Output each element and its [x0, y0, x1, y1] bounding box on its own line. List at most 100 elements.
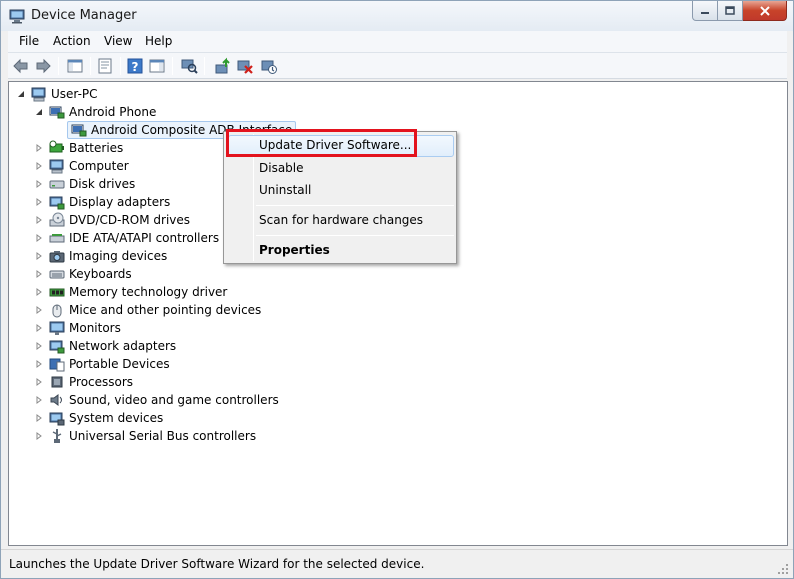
- tree-root-user-pc[interactable]: User-PC: [17, 85, 98, 103]
- status-text: Launches the Update Driver Software Wiza…: [9, 557, 425, 571]
- tree-item-android-phone[interactable]: Android Phone: [35, 103, 156, 121]
- device-manager-window: Device Manager File Action View Help ? U…: [0, 0, 794, 579]
- ide-controller-icon: [49, 234, 65, 243]
- tree-item-imaging-devices[interactable]: Imaging devices: [35, 247, 167, 265]
- tree-item-memory-technology-driver[interactable]: Memory technology driver: [35, 283, 227, 301]
- expand-triangle-icon[interactable]: [35, 432, 43, 440]
- network-adapter-icon: [49, 340, 65, 354]
- camera-icon: [49, 251, 65, 263]
- tree-item-display-adapters[interactable]: Display adapters: [35, 193, 170, 211]
- menu-action[interactable]: Action: [53, 34, 91, 48]
- portable-device-icon: [49, 358, 65, 372]
- tree-item-computer[interactable]: Computer: [35, 157, 129, 175]
- keyboard-icon: [49, 270, 65, 279]
- status-bar: Launches the Update Driver Software Wiza…: [1, 549, 793, 578]
- update-driver-icon[interactable]: [214, 57, 232, 75]
- show-action-pane-icon[interactable]: [148, 57, 166, 75]
- menu-file[interactable]: File: [19, 34, 39, 48]
- memory-icon: [49, 288, 65, 297]
- expand-triangle-icon[interactable]: [35, 144, 43, 152]
- expand-triangle-icon[interactable]: [35, 414, 43, 422]
- toolbar-separator: [120, 57, 121, 75]
- tree-item-sound-video-and-game-controllers[interactable]: Sound, video and game controllers: [35, 391, 279, 409]
- menu-item-scan-hardware[interactable]: Scan for hardware changes: [259, 213, 423, 227]
- expand-triangle-icon[interactable]: [35, 252, 43, 260]
- menu-separator: [256, 235, 454, 236]
- help-icon[interactable]: ?: [126, 57, 144, 75]
- tree-label: Computer: [69, 159, 129, 173]
- tree-item-batteries[interactable]: Batteries: [35, 139, 123, 157]
- menu-separator: [256, 205, 454, 206]
- tree-item-keyboards[interactable]: Keyboards: [35, 265, 132, 283]
- title-bar[interactable]: Device Manager: [1, 1, 793, 31]
- tree-item-mice-and-other-pointing-devices[interactable]: Mice and other pointing devices: [35, 301, 261, 319]
- tree-label: Disk drives: [69, 177, 136, 191]
- menu-item-disable[interactable]: Disable: [259, 161, 304, 175]
- properties-icon[interactable]: [96, 57, 114, 75]
- maximize-button[interactable]: [718, 1, 743, 21]
- expand-triangle-icon[interactable]: [35, 270, 43, 278]
- tree-label: Universal Serial Bus controllers: [69, 429, 257, 443]
- caption-buttons: [692, 1, 787, 21]
- usb-device-icon: [71, 124, 87, 137]
- scan-hardware-icon[interactable]: [180, 57, 198, 75]
- tree-label: Portable Devices: [69, 357, 170, 371]
- menu-view[interactable]: View: [104, 34, 132, 48]
- context-menu: Update Driver Software... Disable Uninst…: [223, 129, 457, 264]
- toolbar-separator: [172, 57, 173, 75]
- expand-triangle-icon[interactable]: [35, 342, 43, 350]
- disable-device-icon[interactable]: [260, 57, 278, 75]
- expand-triangle-icon[interactable]: [35, 324, 43, 332]
- tree-item-system-devices[interactable]: System devices: [35, 409, 163, 427]
- svg-text:?: ?: [132, 60, 139, 74]
- tree-label: Network adapters: [69, 339, 177, 353]
- expand-triangle-icon[interactable]: [35, 162, 43, 170]
- collapse-triangle-icon[interactable]: [35, 108, 43, 116]
- monitor-icon: [49, 321, 65, 335]
- maximize-icon: [725, 5, 735, 15]
- expand-triangle-icon[interactable]: [35, 234, 43, 242]
- tree-item-dvd-cd-rom-drives[interactable]: DVD/CD-ROM drives: [35, 211, 190, 229]
- toolbar: ?: [8, 53, 787, 79]
- menu-item-properties[interactable]: Properties: [259, 243, 330, 257]
- menu-item-uninstall[interactable]: Uninstall: [259, 183, 311, 197]
- minimize-icon: [701, 11, 709, 14]
- tree-label: IDE ATA/ATAPI controllers: [69, 231, 220, 245]
- tree-label: Processors: [69, 375, 134, 389]
- forward-arrow-icon[interactable]: [34, 57, 52, 75]
- expand-triangle-icon[interactable]: [35, 198, 43, 206]
- show-hide-console-tree-icon[interactable]: [66, 57, 84, 75]
- tree-item-monitors[interactable]: Monitors: [35, 319, 121, 337]
- menu-help[interactable]: Help: [145, 34, 172, 48]
- computer-icon: [49, 159, 64, 174]
- tree-item-portable-devices[interactable]: Portable Devices: [35, 355, 170, 373]
- window-title: Device Manager: [31, 8, 137, 23]
- expand-triangle-icon[interactable]: [35, 360, 43, 368]
- expand-triangle-icon[interactable]: [35, 180, 43, 188]
- menu-item-update-driver[interactable]: Update Driver Software...: [259, 138, 411, 152]
- collapse-triangle-icon[interactable]: [17, 90, 25, 98]
- minimize-button[interactable]: [692, 1, 718, 21]
- tree-label: DVD/CD-ROM drives: [69, 213, 191, 227]
- tree-label: Monitors: [69, 321, 121, 335]
- resize-grip-icon[interactable]: [777, 563, 789, 575]
- expand-triangle-icon[interactable]: [35, 378, 43, 386]
- close-button[interactable]: [743, 1, 787, 21]
- sound-icon: [50, 394, 62, 406]
- tree-item-universal-serial-bus-controllers[interactable]: Universal Serial Bus controllers: [35, 427, 256, 445]
- tree-label: User-PC: [51, 87, 98, 101]
- toolbar-separator: [90, 57, 91, 75]
- expand-triangle-icon[interactable]: [35, 306, 43, 314]
- close-icon: [759, 5, 770, 16]
- tree-item-processors[interactable]: Processors: [35, 373, 133, 391]
- tree-item-disk-drives[interactable]: Disk drives: [35, 175, 135, 193]
- battery-icon: [49, 140, 64, 153]
- tree-item-ide-ata-atapi-controllers[interactable]: IDE ATA/ATAPI controllers: [35, 229, 219, 247]
- back-arrow-icon[interactable]: [12, 57, 30, 75]
- usb-controller-icon: [52, 429, 62, 443]
- tree-item-network-adapters[interactable]: Network adapters: [35, 337, 176, 355]
- expand-triangle-icon[interactable]: [35, 288, 43, 296]
- expand-triangle-icon[interactable]: [35, 216, 43, 224]
- expand-triangle-icon[interactable]: [35, 396, 43, 404]
- uninstall-icon[interactable]: [236, 57, 254, 75]
